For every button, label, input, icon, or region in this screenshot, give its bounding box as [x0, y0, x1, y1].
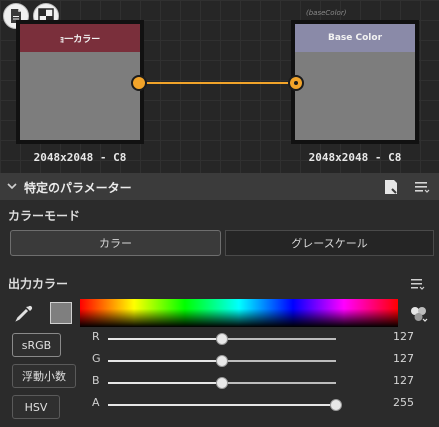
slider-fill [108, 382, 222, 384]
slider-thumb[interactable] [330, 399, 342, 411]
node-title: Base Color [327, 33, 383, 43]
slider-row-r: R 127 [92, 330, 432, 346]
float-mode-button[interactable]: 浮動小数 [12, 364, 76, 388]
node-title: ｮ一カラー [59, 34, 101, 45]
node-resolution: 2048x2048 - C8 [308, 151, 402, 164]
slider-row-g: G 127 [92, 352, 432, 368]
slider-thumb[interactable] [216, 355, 228, 367]
uniform-color-node[interactable]: ｮ一カラー [16, 20, 144, 144]
node-resolution: 2048x2048 - C8 [33, 151, 127, 164]
output-port[interactable] [131, 75, 147, 91]
slider-track[interactable] [108, 333, 336, 345]
color-mode-color-option[interactable]: カラー [10, 230, 221, 256]
channel-value[interactable]: 255 [393, 396, 414, 409]
palette-icon[interactable] [408, 303, 430, 325]
color-spectrum-picker[interactable] [80, 299, 398, 327]
channel-value[interactable]: 127 [393, 374, 414, 387]
color-swatch[interactable] [50, 302, 72, 324]
channel-label: R [92, 330, 100, 343]
chevron-down-icon[interactable] [6, 180, 18, 192]
channel-label: G [92, 352, 101, 365]
eyedropper-icon[interactable] [14, 303, 34, 323]
node-header: Base Color [295, 24, 415, 52]
slider-thumb[interactable] [216, 377, 228, 389]
color-mode-label: カラーモード [8, 209, 81, 223]
panel-title: 特定のパラメーター [24, 181, 132, 195]
slider-fill [108, 360, 222, 362]
slider-thumb[interactable] [216, 333, 228, 345]
panel-header[interactable]: 特定のパラメーター [0, 173, 439, 200]
channel-label: B [92, 374, 100, 387]
channel-value[interactable]: 127 [393, 330, 414, 343]
slider-fill [108, 338, 222, 340]
hsv-mode-button[interactable]: HSV [12, 395, 60, 419]
list-options-icon[interactable] [410, 277, 426, 291]
channel-value[interactable]: 127 [393, 352, 414, 365]
node-identifier-tag: (baseColor) [306, 9, 347, 17]
slider-fill [108, 404, 336, 406]
channel-label: A [92, 396, 100, 409]
slider-track[interactable] [108, 355, 336, 367]
color-mode-grayscale-option[interactable]: グレースケール [225, 230, 434, 256]
slider-track[interactable] [108, 399, 342, 411]
slider-row-b: B 127 [92, 374, 432, 390]
input-port[interactable] [288, 75, 304, 91]
node-graph[interactable]: ｮ一カラー 2048x2048 - C8 (baseColor) Base Co… [0, 0, 439, 173]
document-icon[interactable] [383, 179, 399, 195]
node-header: ｮ一カラー [20, 24, 140, 52]
slider-track[interactable] [108, 377, 336, 389]
output-color-label: 出力カラー [8, 277, 69, 291]
parameters-panel: 特定のパラメーター カラーモード カラー グレースケール 出力カラー sRGB … [0, 173, 439, 427]
list-menu-icon[interactable] [414, 179, 430, 195]
slider-row-a: A 255 [92, 396, 432, 412]
base-color-output-node[interactable]: Base Color [291, 20, 419, 144]
connection-wire[interactable] [146, 82, 290, 84]
srgb-mode-button[interactable]: sRGB [12, 333, 61, 357]
